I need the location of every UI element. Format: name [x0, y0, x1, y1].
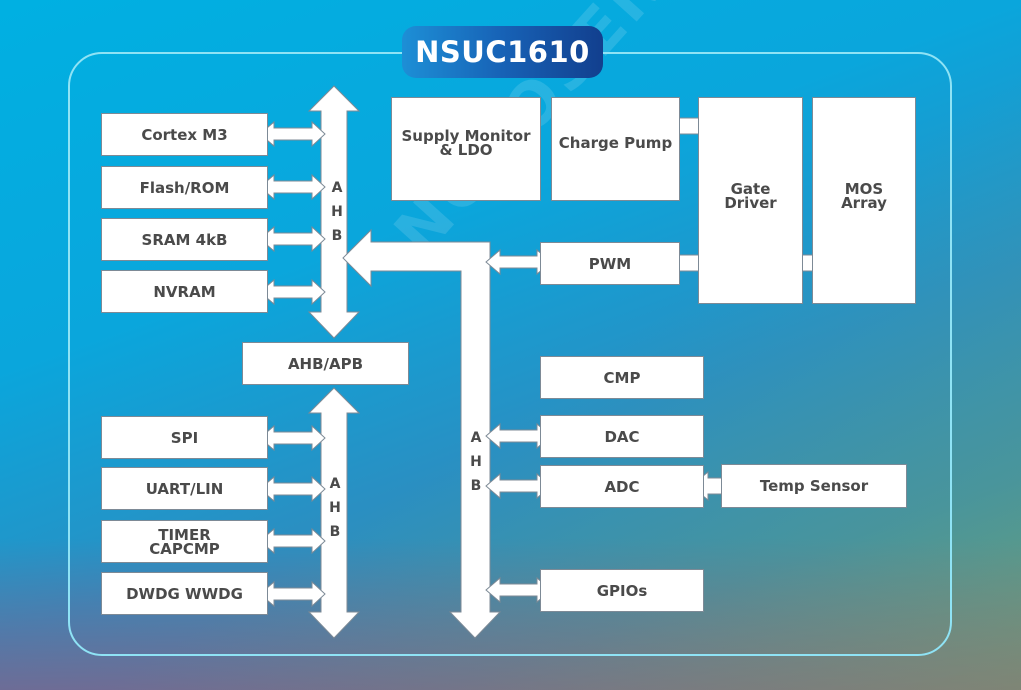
block-label: DWDG WWDG [126, 584, 243, 603]
bus-letter: A [331, 180, 343, 196]
bus-letter: H [331, 204, 343, 220]
bus-letter: A [329, 476, 341, 492]
block-ahb-apb-bridge: AHB/APB [242, 342, 409, 385]
arrow-uart-lin [259, 475, 326, 503]
arrow-flash-rom [259, 173, 326, 201]
block-label: Charge Pump [558, 134, 673, 152]
block-supply-monitor-ldo: Supply Monitor & LDO [391, 97, 541, 201]
block-label: ADC [604, 477, 640, 496]
block-label: TIMER CAPCMP [149, 525, 220, 558]
block-label: NVRAM [153, 282, 216, 301]
block-label: SPI [170, 428, 199, 447]
block-temp-sensor: Temp Sensor [721, 464, 907, 508]
block-pwm: PWM [540, 242, 680, 285]
block-dac: DAC [540, 415, 704, 458]
arrow-spi [259, 424, 326, 452]
block-label: Supply Monitor & LDO [401, 127, 531, 159]
block-label: PWM [588, 254, 632, 273]
block-cortex-m3: Cortex M3 [101, 113, 268, 156]
bus-letter: H [470, 454, 482, 470]
block-label: Cortex M3 [141, 125, 228, 144]
arrow-cortex-m3 [259, 120, 326, 148]
block-label: GPIOs [596, 581, 648, 600]
block-label: Temp Sensor [759, 477, 869, 495]
block-label: MOS Array [841, 179, 887, 212]
block-uart-lin: UART/LIN [101, 467, 268, 510]
block-cmp: CMP [540, 356, 704, 399]
bus-letter: B [470, 478, 482, 494]
bus-letter: H [329, 500, 341, 516]
bus-letter: A [470, 430, 482, 446]
block-label: SRAM 4kB [141, 230, 228, 249]
block-label: AHB/APB [287, 354, 364, 373]
block-nvram: NVRAM [101, 270, 268, 313]
bus-letter: B [329, 524, 341, 540]
block-charge-pump: Charge Pump [551, 97, 680, 201]
block-flash-rom: Flash/ROM [101, 166, 268, 209]
block-label: CMP [603, 368, 641, 387]
block-timer-capcmp: TIMER CAPCMP [101, 520, 268, 563]
arrow-nvram [259, 278, 326, 306]
block-label: Flash/ROM [139, 178, 230, 197]
block-label: Gate Driver [724, 179, 777, 212]
block-sram: SRAM 4kB [101, 218, 268, 261]
bus-letter: B [331, 228, 343, 244]
block-adc: ADC [540, 465, 704, 508]
arrow-sram [259, 225, 326, 253]
block-label: UART/LIN [145, 479, 224, 498]
block-dwdg-wwdg: DWDG WWDG [101, 572, 268, 615]
arrow-timer [259, 527, 326, 555]
block-gate-driver: Gate Driver [698, 97, 803, 304]
block-gpios: GPIOs [540, 569, 704, 612]
block-spi: SPI [101, 416, 268, 459]
block-mos-array: MOS Array [812, 97, 916, 304]
arrow-dwdg [259, 580, 326, 608]
block-label: DAC [604, 427, 640, 446]
